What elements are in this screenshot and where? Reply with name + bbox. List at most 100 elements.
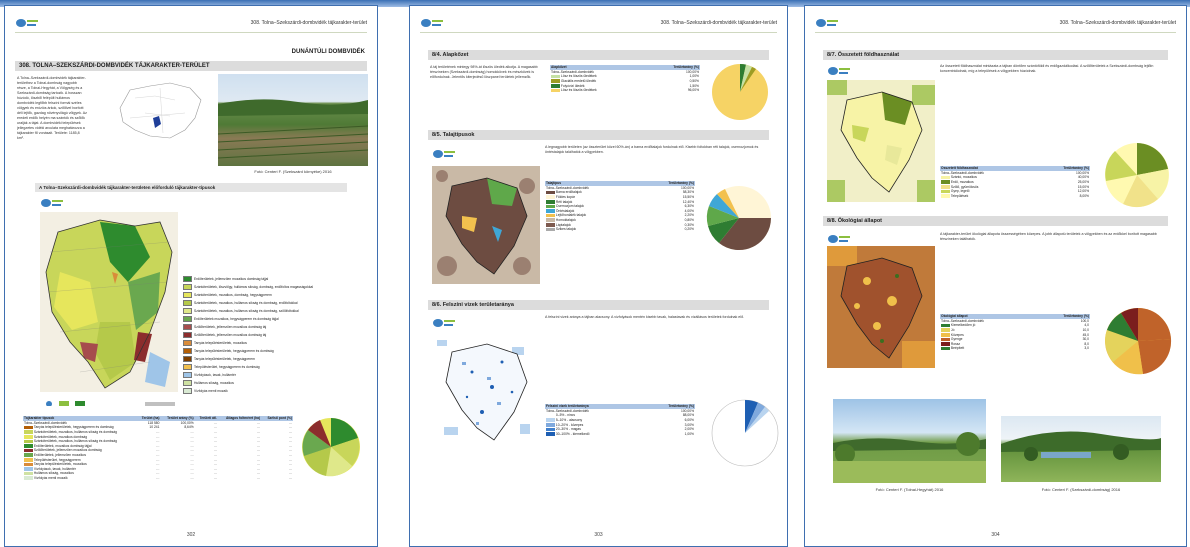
legend-label: Tanyás településterületek, hegyságperem xyxy=(194,356,255,361)
table-cell: … xyxy=(256,476,261,481)
legend-label: Szőlőterületek, jellemzően mozaikos domb… xyxy=(194,324,267,329)
table-swatch xyxy=(546,218,555,222)
legend-label: Erdőterületek mozaikos, hegyságperem és … xyxy=(194,316,279,321)
table-swatch xyxy=(546,418,555,422)
table-swatch xyxy=(24,462,33,467)
legend-swatch xyxy=(183,380,192,386)
table-swatch xyxy=(24,435,33,439)
table-swatch xyxy=(551,79,560,83)
table-cell: 3,0 xyxy=(1084,346,1089,351)
table-swatch xyxy=(941,323,950,328)
legend-label: Hullámos síkság, mozaikos xyxy=(194,380,234,385)
ecological-state-map[interactable] xyxy=(827,246,935,368)
logo-icon xyxy=(433,150,455,158)
logo-icon xyxy=(41,199,63,207)
legend-label: Vízfolyások, tavak, hullámtér xyxy=(194,372,236,377)
legend-label: Erdőterületek, jellemzően mozaikos dombs… xyxy=(194,276,269,281)
table-swatch xyxy=(941,342,950,346)
section-title-bedrock: 8/4. Alapkőzet xyxy=(428,50,769,60)
table-row: Beépített 3,0 xyxy=(940,346,1090,351)
table-swatch xyxy=(941,346,950,351)
ecological-state-pie-chart xyxy=(1105,307,1172,375)
header-text: 308. Tolna–Szekszárdi-dombvidék tájkarak… xyxy=(1059,20,1176,26)
landscape-photo-2 xyxy=(1001,416,1161,482)
table-row: Szikes talajok 0,20% xyxy=(545,227,695,232)
legend-label: Szántóterületek, mozaikos, hullámos síks… xyxy=(194,308,299,313)
landscape-type-map[interactable] xyxy=(40,212,178,392)
header-text: 308. Tolna–Szekszárdi-dombvidék tájkarak… xyxy=(660,20,777,26)
legend-item: Szőlőterületek, jellemzően mozaikos domb… xyxy=(183,332,266,338)
table-swatch xyxy=(551,84,560,88)
soil-text: A legnagyobb területen (az összterület k… xyxy=(545,145,759,154)
document-page-1[interactable]: 308. Tolna–Szekszárdi-dombvidék tájkarak… xyxy=(4,5,378,547)
table-swatch xyxy=(24,453,33,457)
legend-swatch xyxy=(183,284,192,290)
table-cell: … xyxy=(288,476,292,481)
table-swatch xyxy=(24,425,33,430)
page-header: 308. Tolna–Szekszárdi-dombvidék tájkarak… xyxy=(420,16,777,33)
table-cell: 8,00% xyxy=(1079,193,1089,198)
surface-water-map[interactable] xyxy=(432,332,540,450)
legend-item: Tanyás településterületek, hegyságperem … xyxy=(183,348,274,354)
land-use-map[interactable] xyxy=(827,80,935,202)
section-title-water: 8/6. Felszíni vizek területaránya xyxy=(428,300,769,310)
legend-swatch xyxy=(183,324,192,330)
legend-item: Erdőterületek, jellemzően mozaikos dombs… xyxy=(183,276,268,282)
table-swatch xyxy=(941,337,950,342)
bedrock-table: Alapkőzet Területarány (%) Tolna–Szekszárd… xyxy=(550,65,700,93)
land-use-text: Az összetett földhasználat mintázata a t… xyxy=(940,64,1154,73)
header-text: 308. Tolna–Szekszárdi-dombvidék tájkarak… xyxy=(250,20,367,26)
page-number: 303 xyxy=(594,532,603,538)
document-page-3[interactable]: 308. Tolna–Szekszárdi-dombvidék tájkarak… xyxy=(804,5,1187,547)
table-row: 30–100% - kiemelkedő 1,00% xyxy=(545,432,695,437)
legend-swatch xyxy=(183,308,192,314)
logo-icon xyxy=(816,19,838,27)
legend-item: Erdőterületek mozaikos, hegyságperem és … xyxy=(183,316,279,322)
section-title-ecology: 8/8. Ökológiai állapot xyxy=(823,216,1168,226)
table-cell: … xyxy=(190,476,194,481)
table-row: Vízfolyás menti mozaik…………… xyxy=(23,476,293,481)
document-page-2[interactable]: 308. Tolna–Szekszárdi-dombvidék tájkarak… xyxy=(409,5,788,547)
table-swatch xyxy=(941,328,950,332)
legend-swatch xyxy=(183,332,192,338)
section-title-land-use: 8/7. Összetett földhasználat xyxy=(823,50,1168,60)
logo-icon xyxy=(828,67,850,75)
table-swatch xyxy=(546,227,555,232)
legend-swatch xyxy=(183,340,192,346)
logo-icon xyxy=(828,235,850,243)
table-cell: 96,00% xyxy=(687,88,699,93)
legend-label: Szántóterületek, mozaikos, hullámos síks… xyxy=(194,300,298,305)
legend-item: Tanyás településterületek, mozaikos xyxy=(183,340,247,346)
ecological-state-table: Ökológiai állapot Területarány (%) Tolna–S… xyxy=(940,314,1090,351)
section-title: 308. TOLNA–SZEKSZÁRDI-DOMBVIDÉK TÁJKARAK… xyxy=(15,61,367,71)
legend-swatch xyxy=(183,316,192,322)
table-swatch xyxy=(24,448,33,453)
table-cell: … xyxy=(156,476,160,481)
land-use-pie-chart xyxy=(1105,143,1169,208)
table-swatch xyxy=(551,88,560,93)
legend-item: Szántóterületek, mozaikos, hullámos síks… xyxy=(183,300,298,306)
bedrock-pie-chart xyxy=(712,63,768,120)
page-header: 308. Tolna–Szekszárdi-dombvidék tájkarak… xyxy=(815,16,1176,33)
table-swatch xyxy=(941,333,950,337)
legend-label: Településterület, hegyságperem és dombsá… xyxy=(194,364,260,369)
soil-map[interactable] xyxy=(432,166,540,284)
map-logos-row xyxy=(45,396,185,406)
table-swatch xyxy=(24,439,33,444)
table-swatch xyxy=(546,204,555,209)
map-section-title: A Tolna–Szekszárdi-dombvidék tájkarakter… xyxy=(35,183,347,192)
table-swatch xyxy=(546,213,555,218)
table-cell: Lösz és löszös üledékek xyxy=(550,88,645,93)
table-swatch xyxy=(546,200,555,204)
table-swatch xyxy=(941,189,950,194)
table-cell: 0,20% xyxy=(684,227,694,232)
landscape-type-table: Tájkarakter típusok Terület (ha) Terület a… xyxy=(23,416,293,480)
landscape-photo xyxy=(218,74,368,166)
logo-icon xyxy=(421,19,443,27)
soil-pie-chart xyxy=(706,186,771,251)
legend-swatch xyxy=(183,388,192,394)
table-swatch xyxy=(546,413,555,418)
photo-caption-1: Fotó: Centeri F. (Tolnai-Hegyhát) 2016 xyxy=(875,487,944,492)
table-swatch xyxy=(941,180,950,184)
table-swatch xyxy=(546,427,555,432)
